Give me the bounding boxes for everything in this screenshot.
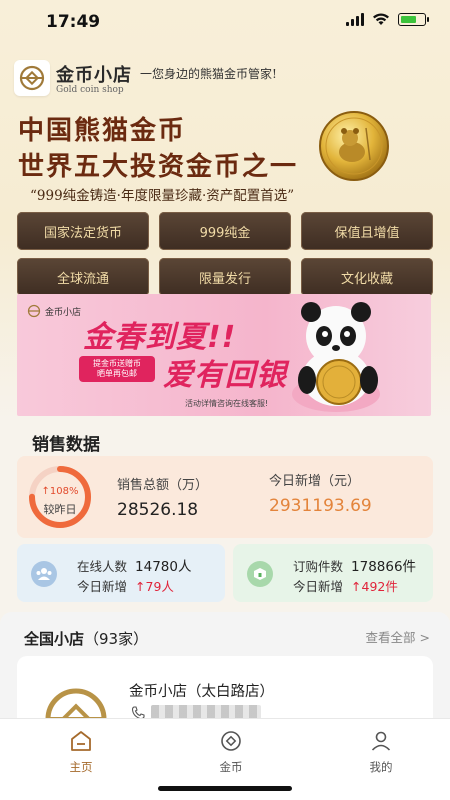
banner-chip: 提金币送赠币 晒单再包邮 (79, 356, 155, 382)
feature-legal-tender[interactable]: 国家法定货币 (17, 212, 149, 250)
banner-chip-line-2: 晒单再包邮 (97, 369, 137, 378)
orders-today-value: ↑492件 (351, 579, 398, 594)
feature-limited-edition[interactable]: 限量发行 (159, 258, 291, 296)
status-time: 17:49 (46, 12, 101, 32)
feature-value-preserving[interactable]: 保值且增值 (301, 212, 433, 250)
signal-icon (346, 13, 364, 26)
brand-subtitle: Gold coin shop (56, 85, 124, 95)
home-indicator (158, 786, 292, 791)
brand-name: 金币小店 (56, 65, 132, 86)
panda-coin-image (319, 111, 389, 181)
orders-today-label: 今日新增 (293, 579, 344, 594)
tab-home[interactable]: 主页 (46, 729, 116, 775)
brand-slogan: 一您身边的熊猫金币管家! (140, 66, 277, 81)
shop-phone-redacted (151, 705, 261, 719)
coin-icon (221, 731, 241, 751)
wifi-icon (373, 13, 389, 25)
coin-logo-icon (19, 65, 45, 91)
users-icon (31, 561, 57, 587)
view-all-link[interactable]: 查看全部 > (366, 627, 430, 646)
status-bar: 17:49 (0, 0, 450, 44)
tab-coin[interactable]: 金币 (196, 729, 266, 775)
status-icons (346, 13, 429, 26)
shops-title-text: 全国小店 (24, 630, 85, 648)
orders-label: 订购件数 (293, 559, 344, 574)
online-users-card: 在线人数 14780人 今日新增 ↑79人 (17, 544, 225, 602)
user-icon (371, 731, 391, 751)
shops-count: （93家） (84, 630, 149, 648)
online-label: 在线人数 (77, 559, 128, 574)
promo-banner[interactable]: 金币小店 金春到夏!! 提金币送赠币 晒单再包邮 爱有回银 活动详情咨询在线客服… (17, 294, 431, 416)
orders-card: 订购件数 178866件 今日新增 ↑492件 (233, 544, 433, 602)
brand-logo (14, 60, 50, 96)
tab-home-label: 主页 (69, 760, 93, 774)
banner-footnote: 活动详情咨询在线客服! (185, 399, 269, 408)
feature-grid: 国家法定货币 999纯金 保值且增值 全球流通 限量发行 文化收藏 (17, 212, 433, 296)
banner-title-2: 爱有回银 (163, 358, 287, 393)
sales-total-label: 销售总额（万） (117, 478, 209, 493)
feature-cultural-collection[interactable]: 文化收藏 (301, 258, 433, 296)
shop-name: 金币小店（太白路店） (129, 684, 274, 700)
banner-logo: 金币小店 (27, 304, 81, 318)
growth-percent: ↑108% (41, 486, 79, 497)
package-icon (247, 561, 273, 587)
banner-logo-text: 金币小店 (45, 307, 82, 318)
sales-today-value: 2931193.69 (269, 496, 372, 516)
tab-profile[interactable]: 我的 (346, 729, 416, 775)
sales-today-label: 今日新增（元） (269, 474, 361, 489)
tab-profile-label: 我的 (369, 760, 393, 774)
battery-icon (398, 13, 429, 26)
coin-logo-icon (27, 304, 41, 318)
sales-total-value: 28526.18 (117, 500, 199, 520)
brand-header: 金币小店 Gold coin shop 一您身边的熊猫金币管家! (14, 60, 277, 96)
tab-coin-label: 金币 (219, 760, 243, 774)
growth-ring-chart (29, 466, 91, 528)
sales-summary-card: ↑108% 较昨日 销售总额（万） 28526.18 今日新增（元） 29311… (17, 456, 433, 538)
home-icon (71, 731, 91, 751)
online-today-value: ↑79人 (135, 579, 174, 594)
feature-999-gold[interactable]: 999纯金 (159, 212, 291, 250)
hero-headline-1: 中国熊猫金币 (18, 116, 187, 146)
hero-tagline: “999纯金铸造·年度限量珍藏·资产配置首选” (30, 188, 295, 204)
online-value: 14780人 (135, 559, 192, 575)
sales-section-title: 销售数据 (32, 435, 100, 455)
growth-label: 较昨日 (43, 503, 77, 516)
online-today-label: 今日新增 (77, 579, 128, 594)
banner-chip-line-1: 提金币送赠币 (93, 359, 141, 369)
panda-mascot-image (292, 302, 380, 412)
orders-value: 178866件 (351, 559, 417, 575)
shops-title: 全国小店（93家） (24, 628, 148, 649)
hero-headline-2: 世界五大投资金币之一 (18, 152, 299, 182)
feature-global-circulation[interactable]: 全球流通 (17, 258, 149, 296)
